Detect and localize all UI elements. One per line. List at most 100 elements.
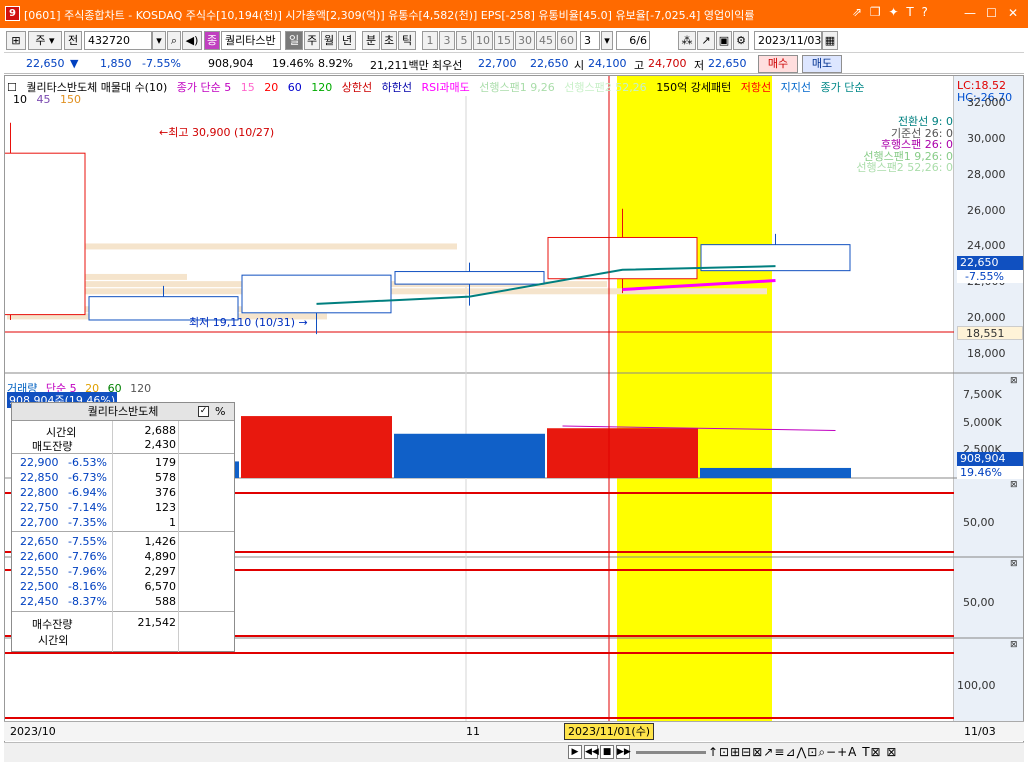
search-icon[interactable]: ⌕ <box>167 31 181 50</box>
panel-close-icon[interactable]: ⊠ <box>1010 480 1018 490</box>
compare-icon[interactable]: ⁂ <box>678 31 696 50</box>
sound-icon[interactable]: ◀) <box>182 31 202 50</box>
stock-name-field[interactable]: 퀄리타스반 <box>221 31 281 50</box>
open-label: 시 <box>574 59 585 72</box>
interval-45[interactable]: 45 <box>536 31 556 50</box>
bid-remain-label: 매수잔량 <box>32 618 73 631</box>
legend-item-lower[interactable]: 하한선 <box>382 81 412 94</box>
draw-tools[interactable]: ↑⊡⊞⊟⊠↗≡⊿⋀⊡⌕−+A T⊠ ⊠ <box>708 745 897 760</box>
help-icon[interactable]: ? <box>922 5 928 19</box>
legend-item-ma20[interactable]: 20 <box>264 81 278 94</box>
interval-5[interactable]: 5 <box>456 31 472 50</box>
legend-item-span2[interactable]: 선행스팬2 52,26 <box>564 81 646 94</box>
buy-button[interactable]: 매수 <box>758 55 798 73</box>
date-axis-end: 11/03 <box>964 725 996 738</box>
high-label: 고 <box>634 59 645 72</box>
custom-interval-input[interactable]: 3 <box>580 31 600 50</box>
ask-row[interactable]: 22,750 -7.14% 123 <box>12 500 234 515</box>
interval-3[interactable]: 3 <box>439 31 455 50</box>
code-dropdown-icon[interactable]: ▾ <box>152 31 166 50</box>
ref-price-tag: 18,551 <box>957 326 1023 340</box>
link-icon[interactable]: ⇗ <box>852 5 862 19</box>
market-select[interactable]: 주 ▾ <box>28 31 62 50</box>
panel-close-icon[interactable]: ⊠ <box>1010 559 1018 569</box>
panel-close-icon[interactable]: ⊠ <box>1010 640 1018 650</box>
percent-checkbox[interactable]: ✓ <box>198 406 209 417</box>
scroll-right-icon[interactable]: ▶ <box>568 745 582 759</box>
panel3-tick: 50,00 <box>963 516 995 529</box>
bid-row[interactable]: 22,500 -8.16% 6,570 <box>12 579 234 594</box>
bid-price: 22,600 <box>20 550 59 563</box>
period-tick-tab[interactable]: 틱 <box>398 31 416 50</box>
bid-row[interactable]: 22,650 -7.55% 1,426 <box>12 534 234 549</box>
ask-row[interactable]: 22,700 -7.35% 1 <box>12 515 234 530</box>
low-price: 22,650 <box>708 57 747 70</box>
legend-item-upper[interactable]: 상한선 <box>342 81 372 94</box>
stock-type-badge: 종 <box>204 31 220 50</box>
legend-item-pattern[interactable]: 150억 강세패턴 <box>656 81 731 94</box>
chart-area[interactable]: ☐ 퀄리타스반도체 매물대 수(10) 종가 단순 5 15 20 60 120… <box>4 75 1024 743</box>
interval-15[interactable]: 15 <box>494 31 514 50</box>
stop-icon[interactable]: ■ <box>600 745 614 759</box>
legend-item-close-ma[interactable]: 종가 단순 <box>821 81 865 94</box>
legend-item-ma150[interactable]: 150 <box>60 93 81 106</box>
maximize-icon[interactable]: ☐ <box>983 4 1001 22</box>
first-page-icon[interactable]: ◀◀ <box>584 745 599 759</box>
page-input[interactable]: 6/6 <box>616 31 650 50</box>
legend-vol-ma120[interactable]: 120 <box>130 382 151 395</box>
ask-row[interactable]: 22,850 -6.73% 578 <box>12 470 234 485</box>
legend-item-ma45[interactable]: 45 <box>37 93 51 106</box>
legend-item-ma15[interactable]: 15 <box>241 81 255 94</box>
ask-row[interactable]: 22,800 -6.94% 376 <box>12 485 234 500</box>
orderbook-panel[interactable]: 퀄리타스반도체 ✓ % 시간외 2,688 매도잔량 2,430 22,900-… <box>11 402 235 652</box>
price-tick: 32,000 <box>967 95 1006 109</box>
legend-item-ma60[interactable]: 60 <box>288 81 302 94</box>
window-title: [0601] 주식종합차트 - KOSDAQ 주식수[10,194(천)] 시가… <box>24 9 755 22</box>
interval-30[interactable]: 30 <box>515 31 535 50</box>
period-second-tab[interactable]: 초 <box>381 31 397 50</box>
interval-60[interactable]: 60 <box>557 31 577 50</box>
period-year-tab[interactable]: 년 <box>338 31 356 50</box>
period-week-tab[interactable]: 주 <box>304 31 320 50</box>
volume-tick: 5,000K <box>963 415 1002 429</box>
interval-1[interactable]: 1 <box>422 31 438 50</box>
title-tools: ⇗ ❐ ✦ T ? <box>852 5 932 19</box>
bid-row[interactable]: 22,600 -7.76% 4,890 <box>12 549 234 564</box>
interval-dropdown-icon[interactable]: ▾ <box>601 31 613 50</box>
save-icon[interactable]: ▣ <box>716 31 732 50</box>
text-icon[interactable]: T <box>906 5 913 19</box>
legend-item-ma10[interactable]: 10 <box>13 93 27 106</box>
pin-icon[interactable]: ✦ <box>888 5 898 19</box>
date-input[interactable]: 2023/11/03 <box>754 31 822 50</box>
bid-row[interactable]: 22,550 -7.96% 2,297 <box>12 564 234 579</box>
legend-item-resistance[interactable]: 저항선 <box>741 81 771 94</box>
calendar-icon[interactable]: ▦ <box>822 31 838 50</box>
app-icon[interactable]: 9 <box>5 6 20 21</box>
legend-item-ma120[interactable]: 120 <box>311 81 332 94</box>
ichimoku-value: 전환선 9: 0 <box>897 115 953 128</box>
window-icon[interactable]: ❐ <box>870 5 881 19</box>
settings-icon[interactable]: ⚙ <box>733 31 749 50</box>
close-icon[interactable]: ✕ <box>1004 4 1022 22</box>
legend-item-span1[interactable]: 선행스팬1 9,26 <box>479 81 554 94</box>
legend-item-ma5[interactable]: 종가 단순 5 <box>177 81 231 94</box>
layout-icon[interactable]: ⊞ <box>6 31 26 50</box>
bid-row[interactable]: 22,450 -8.37% 588 <box>12 594 234 609</box>
ask-row[interactable]: 22,900 -6.53% 179 <box>12 455 234 470</box>
stock-code-input[interactable]: 432720 <box>84 31 152 50</box>
legend-item-support[interactable]: 지지선 <box>781 81 811 94</box>
bid-pct: -8.16% <box>68 580 107 593</box>
last-page-icon[interactable]: ▶▶ <box>616 745 631 759</box>
drawing-icon[interactable]: ↗ <box>697 31 715 50</box>
panel-close-icon[interactable]: ⊠ <box>1010 376 1018 386</box>
period-minute-tab[interactable]: 분 <box>362 31 380 50</box>
interval-10[interactable]: 10 <box>473 31 493 50</box>
last-volume-tag: 908,904 <box>957 452 1023 466</box>
minimize-icon[interactable]: — <box>961 4 979 22</box>
sell-button[interactable]: 매도 <box>802 55 842 73</box>
period-day-tab[interactable]: 일 <box>285 31 303 50</box>
legend-item-rsi[interactable]: RSI과매도 <box>422 81 470 94</box>
scroll-slider[interactable] <box>636 751 706 754</box>
period-month-tab[interactable]: 월 <box>321 31 337 50</box>
prev-button[interactable]: 전 <box>64 31 82 50</box>
